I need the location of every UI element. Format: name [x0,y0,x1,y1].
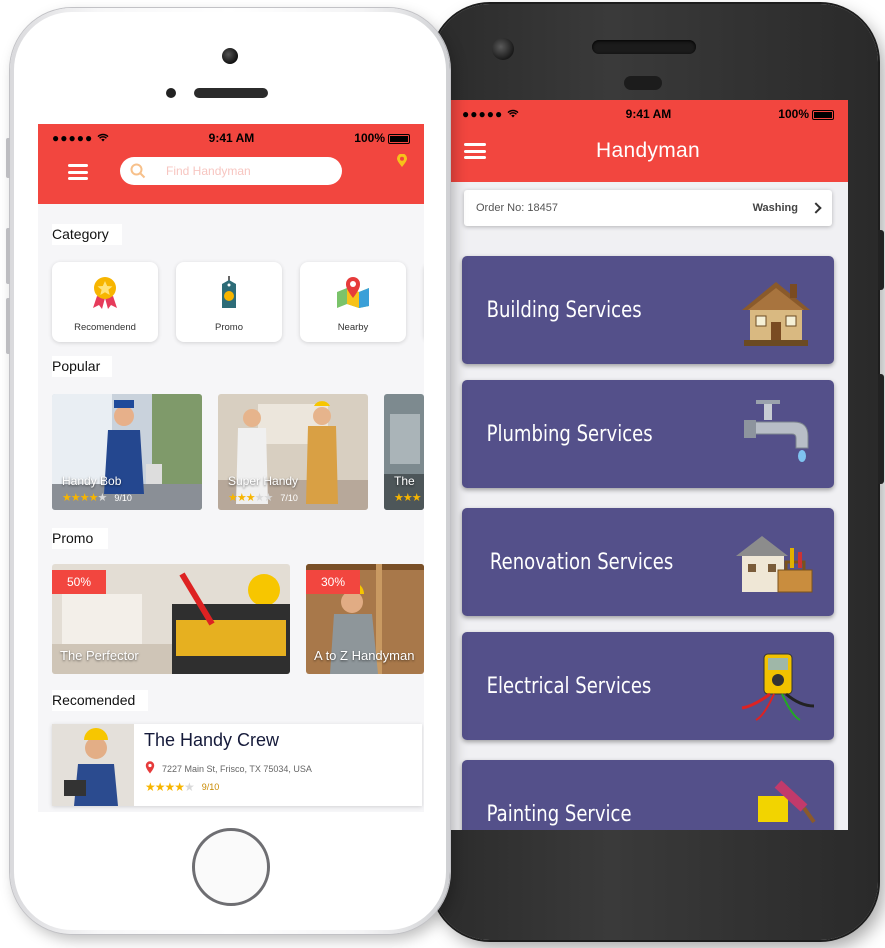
app-header: ●●●●● 9:41 AM 100% Handyman [448,100,848,182]
volume-button [878,230,884,290]
search-bar[interactable] [120,157,342,185]
order-banner[interactable]: Order No: 18457 Washing [464,190,832,226]
home-button[interactable] [192,828,270,906]
section-title-promo: Promo [52,528,108,549]
price-tag-icon [222,276,236,308]
promo-card[interactable]: 50% The Perfector [52,564,290,674]
category-label: Promo [215,322,243,333]
category-promo[interactable]: Promo [176,262,282,342]
order-status: Washing [752,202,798,214]
speaker-grille [592,40,696,54]
mockup-stage: ●●●●● 9:41 AM 100% Handyman Order No: 18… [0,0,885,948]
camera-icon [492,38,514,60]
promo-name: The Perfector [60,648,139,663]
sensor-dot [166,88,176,98]
recommended-photo [52,724,134,806]
discount-badge: 30% [306,570,360,594]
promo-name: A to Z Handyman [314,648,415,663]
discount-badge: 50% [52,570,106,594]
battery-indicator: 100% [354,131,410,145]
popular-card[interactable]: The ★★★ [384,394,424,510]
location-pin-icon [145,761,155,774]
iphone-device: ●●●●● 9:41 AM 100% Category [6,8,450,934]
popular-card[interactable]: Handy Bob ★★★★★ 9/10 [52,394,202,510]
location-pin-icon[interactable] [396,154,408,168]
status-bar: ●●●●● 9:41 AM 100% [448,100,848,122]
house-icon [742,282,810,346]
section-title-category: Category [52,224,122,245]
rating: ★★★★★ 9/10 [145,780,220,794]
rating: ★★★★★ 9/10 [62,492,132,504]
handyman-name: Handy Bob [62,474,122,488]
handyman-name: The [394,474,415,488]
paint-roller-icon [758,780,816,824]
earpiece [194,88,268,98]
wifi-icon [507,109,519,118]
order-number: Order No: 18457 [476,202,558,214]
wifi-icon [97,133,109,142]
menu-icon[interactable] [68,164,88,180]
status-bar: ●●●●● 9:41 AM 100% [38,124,424,146]
service-plumbing[interactable]: Plumbing Services [462,380,834,488]
search-input[interactable] [166,164,326,178]
signal-indicator: ●●●●● [52,131,109,145]
service-renovation[interactable]: Renovation Services [462,508,834,616]
star-rating-icon: ★★★ [394,492,422,504]
faucet-icon [744,400,809,462]
chevron-right-icon [810,202,822,214]
category-label: Recomendend [74,322,136,333]
menu-icon[interactable] [464,143,486,159]
search-icon [130,163,146,179]
recommended-card[interactable]: The Handy Crew 7227 Main St, Frisco, TX … [52,724,422,806]
section-title-recommended: Recomended [52,690,148,711]
rating: ★★★★★ 7/10 [228,492,298,504]
multimeter-icon [741,653,815,721]
handyman-name: Super Handy [228,474,299,488]
category-nearby[interactable]: Nearby [300,262,406,342]
popular-card[interactable]: Super Handy ★★★★★ 7/10 [218,394,368,510]
signal-indicator: ●●●●● [462,107,519,121]
service-label: Electrical Services [486,673,652,699]
star-rating-icon: ★★★★★ [145,780,195,794]
map-pin-icon [337,277,369,308]
android-screen: ●●●●● 9:41 AM 100% Handyman Order No: 18… [448,100,848,830]
page-title: Handyman [596,139,700,162]
medal-icon [93,277,117,309]
recommended-address: 7227 Main St, Frisco, TX 75034, USA [162,764,312,774]
promo-card[interactable]: 30% A to Z Handyman [306,564,424,674]
service-label: Building Services [486,297,642,323]
rating: ★★★ [394,491,424,504]
section-title-popular: Popular [52,356,112,377]
category-label: Nearby [337,322,369,333]
battery-icon [812,109,834,120]
power-button [878,374,884,484]
service-label: Renovation Services [489,549,674,575]
status-time: 9:41 AM [625,107,672,121]
service-electrical[interactable]: Electrical Services [462,632,834,740]
iphone-screen: ●●●●● 9:41 AM 100% Category [38,124,424,812]
star-rating-icon: ★★★★★ [62,492,107,504]
battery-icon [388,133,410,144]
toolbox-house-icon [736,536,813,593]
status-time: 9:41 AM [208,131,255,145]
mute-switch [6,138,10,178]
battery-indicator: 100% [778,107,834,121]
star-rating-icon: ★★★★★ [228,492,273,504]
service-painting[interactable]: Painting Service [462,760,834,830]
service-building[interactable]: Building Services [462,256,834,364]
front-camera-icon [222,48,238,64]
proximity-sensor [624,76,662,90]
category-recommended[interactable]: Recomendend [52,262,158,342]
recommended-name: The Handy Crew [144,730,280,750]
volume-down-button [6,298,10,354]
android-phone: ●●●●● 9:41 AM 100% Handyman Order No: 18… [432,4,884,940]
volume-up-button [6,228,10,284]
service-label: Painting Service [486,801,632,827]
service-label: Plumbing Services [486,421,653,447]
app-header: ●●●●● 9:41 AM 100% [38,124,424,204]
